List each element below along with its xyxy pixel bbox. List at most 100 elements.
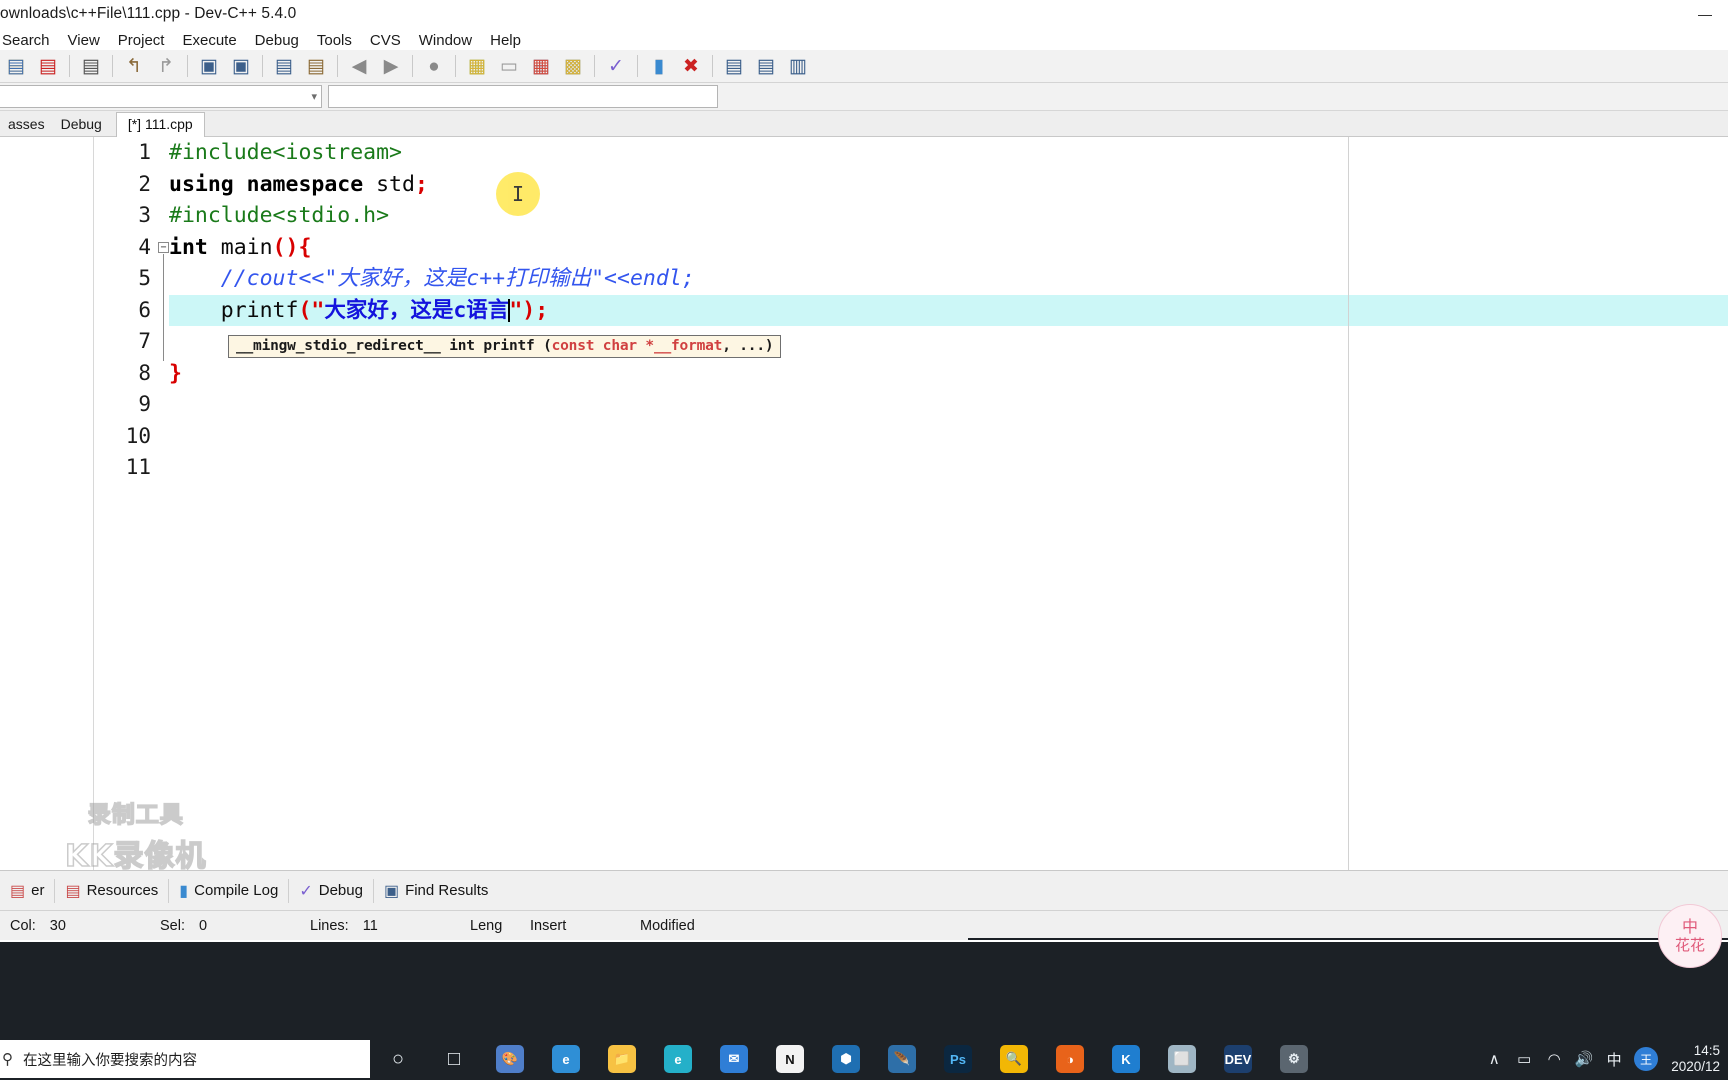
rebuild-all-icon[interactable]: ▩ bbox=[558, 52, 588, 80]
line-number: 7 bbox=[138, 329, 151, 353]
status-insert-label: Insert bbox=[530, 917, 567, 934]
taskbar-cortana-icon[interactable]: ○ bbox=[370, 1038, 426, 1080]
notion-icon: N bbox=[776, 1045, 804, 1073]
taskbar-paint-icon[interactable]: 🎨 bbox=[482, 1038, 538, 1080]
code-line-2[interactable]: using namespace std; bbox=[169, 169, 1728, 201]
step-forward-icon[interactable]: ▶ bbox=[376, 52, 406, 80]
code-token: using namespace bbox=[169, 171, 364, 197]
taskbar-wireshark-icon[interactable]: 🪶 bbox=[874, 1038, 930, 1080]
profile-analysis-icon[interactable]: ▮ bbox=[644, 52, 674, 80]
menu-item-debug[interactable]: Debug bbox=[246, 30, 308, 51]
code-folding-column[interactable]: − bbox=[157, 137, 169, 870]
code-editor[interactable]: 1 2 3 4 5 6 7 8 9 10 11 − #include<iostream> using … bbox=[95, 137, 1728, 870]
security-shield-icon[interactable]: 王 bbox=[1634, 1047, 1659, 1071]
taskbar-browser-icon[interactable]: e bbox=[650, 1038, 706, 1080]
sidebar-tab-classes[interactable]: asses bbox=[0, 113, 53, 136]
taskbar-devcpp-icon[interactable]: DEV bbox=[1210, 1038, 1266, 1080]
menu-item-help[interactable]: Help bbox=[481, 30, 530, 51]
menu-item-tools[interactable]: Tools bbox=[308, 30, 361, 51]
compiler-set-combo[interactable]: ▾ bbox=[0, 85, 322, 108]
editor-right-edge bbox=[1348, 137, 1349, 870]
ime-language-icon[interactable]: 中 bbox=[1599, 1038, 1629, 1080]
menu-item-window[interactable]: Window bbox=[410, 30, 481, 51]
find-icon[interactable]: ▣ bbox=[194, 52, 224, 80]
text-ibeam-cursor-icon: I bbox=[511, 182, 525, 206]
taskbar-clock[interactable]: 14:5 2020/12 bbox=[1663, 1043, 1722, 1075]
taskbar-settings-icon[interactable]: ⚙ bbox=[1266, 1038, 1322, 1080]
run-icon[interactable]: ▭ bbox=[494, 52, 524, 80]
code-token: main bbox=[207, 234, 273, 260]
toolbar-separator bbox=[637, 55, 638, 77]
code-line-8[interactable]: } bbox=[169, 358, 1728, 390]
taskbar-edge-icon[interactable]: e bbox=[538, 1038, 594, 1080]
find-next-icon[interactable]: ▣ bbox=[226, 52, 256, 80]
code-line-6[interactable]: printf("大家好，这是c语言"); bbox=[169, 294, 1728, 326]
undo-icon[interactable]: ↰ bbox=[119, 52, 149, 80]
close-file-icon[interactable]: ▤ bbox=[33, 52, 63, 80]
redo-icon[interactable]: ↱ bbox=[151, 52, 181, 80]
profile-icon[interactable]: ● bbox=[419, 52, 449, 80]
vscode-icon: ⬢ bbox=[832, 1045, 860, 1073]
minimize-button[interactable]: — bbox=[1682, 0, 1728, 28]
menu-item-execute[interactable]: Execute bbox=[173, 30, 245, 51]
debug-icon[interactable]: ▤ bbox=[719, 52, 749, 80]
bottom-tab-debug[interactable]: ✓ Debug bbox=[289, 876, 373, 906]
code-line-11[interactable] bbox=[169, 452, 1728, 484]
goto-line-icon[interactable]: ▤ bbox=[269, 52, 299, 80]
status-sel: Sel: 0 bbox=[150, 918, 300, 934]
toggle-panel-icon[interactable]: ▤ bbox=[751, 52, 781, 80]
menu-item-project[interactable]: Project bbox=[109, 30, 174, 51]
toggle-sidebar-icon[interactable]: ▥ bbox=[783, 52, 813, 80]
fold-collapse-icon[interactable]: − bbox=[158, 241, 169, 253]
taskbar-file-explorer-icon[interactable]: 📁 bbox=[594, 1038, 650, 1080]
delete-profile-icon[interactable]: ✖ bbox=[676, 52, 706, 80]
menu-item-view[interactable]: View bbox=[59, 30, 109, 51]
battery-icon[interactable]: ▭ bbox=[1509, 1038, 1539, 1080]
menu-item-search[interactable]: Search bbox=[0, 30, 59, 51]
taskbar-task-view-icon[interactable]: □ bbox=[426, 1038, 482, 1080]
status-length-label: Leng bbox=[470, 917, 503, 934]
bottom-tab-find-results[interactable]: ▣ Find Results bbox=[374, 876, 499, 906]
print-icon[interactable]: ▤ bbox=[76, 52, 106, 80]
devcpp-icon: DEV bbox=[1224, 1045, 1252, 1073]
taskbar-window-app-icon[interactable]: ⬜ bbox=[1154, 1038, 1210, 1080]
show-hidden-icons-chevron[interactable]: ∧ bbox=[1479, 1038, 1509, 1080]
save-all-icon[interactable]: ▤ bbox=[1, 52, 31, 80]
taskbar-mail-icon[interactable]: ✉ bbox=[706, 1038, 762, 1080]
debug-check-icon: ✓ bbox=[299, 882, 313, 900]
wifi-icon[interactable]: ◠ bbox=[1539, 1038, 1569, 1080]
line-number: 10 bbox=[125, 423, 151, 448]
goto-function-icon[interactable]: ▤ bbox=[301, 52, 331, 80]
taskbar-search-tool-icon[interactable]: 🔍 bbox=[986, 1038, 1042, 1080]
step-back-icon[interactable]: ◀ bbox=[344, 52, 374, 80]
windows-search-box[interactable]: ⚲ 在这里输入你要搜索的内容 bbox=[0, 1040, 370, 1078]
status-insert-mode[interactable]: Insert bbox=[520, 918, 630, 934]
taskbar-orange-app-icon[interactable]: ◑ bbox=[1042, 1038, 1098, 1080]
compile-icon[interactable]: ▦ bbox=[462, 52, 492, 80]
taskbar-photoshop-icon[interactable]: Ps bbox=[930, 1038, 986, 1080]
system-tray: ∧ ▭ ◠ 🔊 中王 14:5 2020/12 bbox=[1479, 1038, 1728, 1080]
orange-app-icon: ◑ bbox=[1056, 1045, 1084, 1073]
code-area[interactable]: #include<iostream> using namespace std; #i… bbox=[169, 137, 1728, 870]
compile-run-icon[interactable]: ▦ bbox=[526, 52, 556, 80]
editor-tab-111-cpp[interactable]: [*] 111.cpp bbox=[115, 112, 205, 137]
taskbar-notion-icon[interactable]: N bbox=[762, 1038, 818, 1080]
code-line-10[interactable] bbox=[169, 421, 1728, 453]
code-line-9[interactable] bbox=[169, 389, 1728, 421]
code-line-1[interactable]: #include<iostream> bbox=[169, 137, 1728, 169]
bottom-tab-resources[interactable]: ▤ Resources bbox=[55, 876, 168, 906]
bottom-tab-label: Debug bbox=[318, 882, 363, 899]
syntax-check-icon[interactable]: ✓ bbox=[601, 52, 631, 80]
bottom-tab-compile-log[interactable]: ▮ Compile Log bbox=[169, 876, 288, 906]
status-sel-value: 0 bbox=[199, 917, 208, 934]
code-line-4[interactable]: int main(){ bbox=[169, 232, 1728, 264]
code-line-3[interactable]: #include<stdio.h> bbox=[169, 200, 1728, 232]
class-browser-combo[interactable] bbox=[328, 85, 718, 108]
volume-icon[interactable]: 🔊 bbox=[1569, 1038, 1599, 1080]
taskbar-vscode-icon[interactable]: ⬢ bbox=[818, 1038, 874, 1080]
bottom-tab-er[interactable]: ▤ er bbox=[0, 876, 54, 906]
menu-item-cvs[interactable]: CVS bbox=[361, 30, 410, 51]
taskbar-kugou-icon[interactable]: K bbox=[1098, 1038, 1154, 1080]
sidebar-tab-debug[interactable]: Debug bbox=[53, 113, 110, 136]
code-line-5[interactable]: //cout<<"大家好，这是c++打印输出"<<endl; bbox=[169, 263, 1728, 295]
